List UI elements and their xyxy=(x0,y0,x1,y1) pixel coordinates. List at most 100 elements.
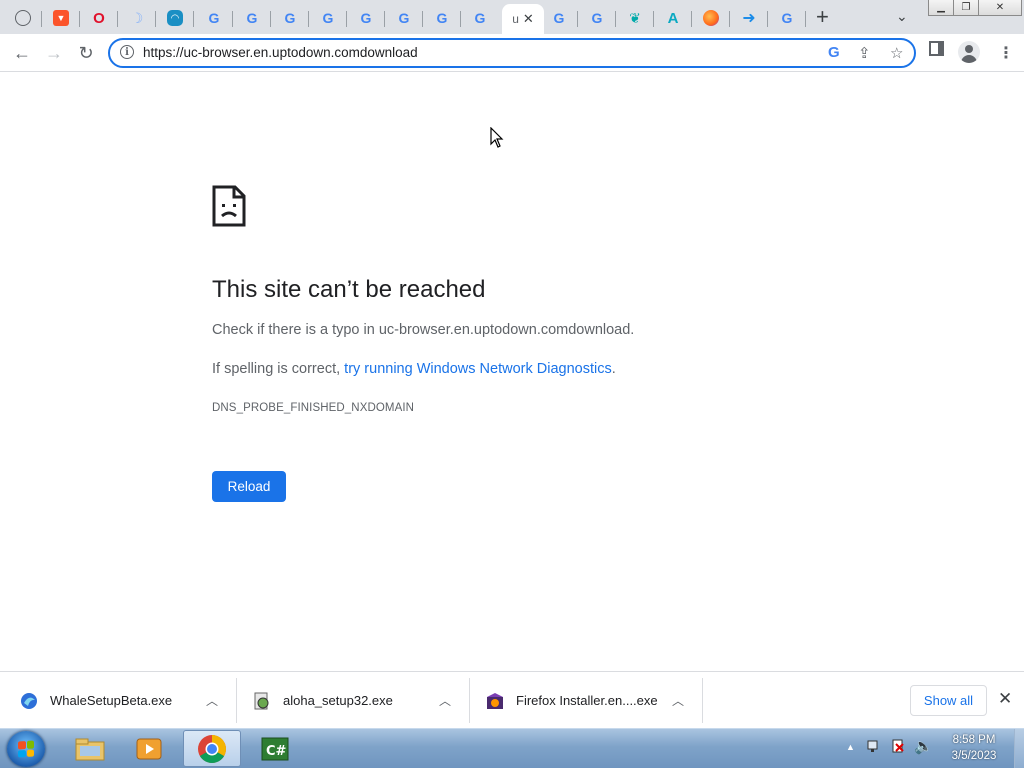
error-typo-hint: Check if there is a typo in uc-browser.e… xyxy=(212,322,635,338)
network-diagnostics-link[interactable]: try running Windows Network Diagnostics xyxy=(344,361,612,377)
media-player-icon xyxy=(136,738,162,759)
new-tab-button[interactable]: + xyxy=(816,6,829,28)
system-clock[interactable]: 8:58 PM 3/5/2023 xyxy=(944,732,1004,764)
refresh-button[interactable]: ↻ xyxy=(74,41,98,65)
reload-button[interactable]: Reload xyxy=(212,471,286,502)
chevron-up-icon[interactable]: ︿ xyxy=(206,692,218,709)
google-icon: G xyxy=(591,10,603,26)
csharp-ide-taskbar-button[interactable]: C# xyxy=(246,730,304,767)
download-filename: WhaleSetupBeta.exe xyxy=(50,693,173,708)
download-filename: Firefox Installer.en....exe xyxy=(516,693,658,708)
tab[interactable]: G xyxy=(461,4,499,32)
tab-active[interactable]: u ✕ xyxy=(502,4,544,34)
csharp-icon: C# xyxy=(261,737,289,760)
clock-time: 8:58 PM xyxy=(952,734,996,746)
menu-kebab-icon[interactable]: ⋮ xyxy=(998,43,1014,63)
chevron-up-icon[interactable]: ︿ xyxy=(672,692,684,709)
media-player-taskbar-button[interactable] xyxy=(120,730,178,767)
google-icon: G xyxy=(208,10,220,26)
google-icon: G xyxy=(284,10,296,26)
sad-page-icon xyxy=(212,185,246,227)
tab[interactable]: G xyxy=(309,4,347,32)
download-item[interactable]: Firefox Installer.en....exe ︿ xyxy=(470,678,703,723)
download-filename: aloha_setup32.exe xyxy=(283,693,393,708)
tab[interactable]: G xyxy=(347,4,385,32)
whale-icon xyxy=(21,692,37,709)
firefox-installer-icon xyxy=(487,692,503,709)
feather-icon: ❦ xyxy=(629,9,641,26)
tab-search-chevron-icon[interactable]: ⌄ xyxy=(896,8,908,25)
tab[interactable]: G xyxy=(768,4,806,32)
globe-icon xyxy=(15,10,31,26)
tab[interactable]: G xyxy=(423,4,461,32)
firefox-icon xyxy=(703,10,719,26)
google-icon: G xyxy=(322,10,334,26)
minimize-button[interactable]: ▁ xyxy=(928,0,954,16)
bookmark-star-icon[interactable]: ☆ xyxy=(890,44,903,62)
chrome-taskbar-button[interactable] xyxy=(183,730,241,767)
tab[interactable]: G xyxy=(385,4,423,32)
folder-icon xyxy=(75,738,105,760)
volume-tray-icon[interactable]: 🔈 xyxy=(914,737,933,755)
side-panel-icon[interactable] xyxy=(929,41,944,56)
tab[interactable]: ☽ xyxy=(118,4,156,32)
tab[interactable]: A xyxy=(654,4,692,32)
show-all-button[interactable]: Show all xyxy=(910,685,987,716)
tab[interactable]: G xyxy=(233,4,271,32)
show-desktop-button[interactable] xyxy=(1014,729,1024,768)
tab[interactable]: G xyxy=(540,4,578,32)
start-button[interactable] xyxy=(7,731,45,767)
url-text[interactable]: https://uc-browser.en.uptodown.comdownlo… xyxy=(143,45,418,60)
installer-icon xyxy=(254,692,269,709)
close-window-button[interactable]: ✕ xyxy=(978,0,1022,16)
google-lens-icon[interactable]: G xyxy=(828,44,840,61)
tab[interactable]: ▼ xyxy=(42,4,80,32)
forward-button[interactable]: → xyxy=(42,41,66,65)
download-item[interactable]: WhaleSetupBeta.exe ︿ xyxy=(0,678,237,723)
error-title: This site can’t be reached xyxy=(212,276,486,303)
explorer-taskbar-button[interactable] xyxy=(61,730,119,767)
ghost-icon: ◠ xyxy=(167,10,183,26)
google-icon: G xyxy=(781,10,793,26)
tab[interactable] xyxy=(4,4,42,32)
diagnostics-suffix: . xyxy=(611,361,616,377)
google-icon: G xyxy=(436,10,448,26)
chevron-up-icon[interactable]: ︿ xyxy=(439,692,451,709)
tab[interactable]: G xyxy=(271,4,309,32)
tray-overflow-icon[interactable]: ▲ xyxy=(846,742,855,752)
tab[interactable]: ❦ xyxy=(616,4,654,32)
action-center-tray-icon[interactable] xyxy=(890,738,906,754)
google-icon: G xyxy=(360,10,372,26)
download-arrow-icon: ➜ xyxy=(742,10,756,27)
opera-icon: O xyxy=(93,9,105,27)
restore-button[interactable]: ❐ xyxy=(953,0,979,16)
tab-title: u xyxy=(512,12,519,26)
close-tab-icon[interactable]: ✕ xyxy=(523,11,534,27)
error-code: DNS_PROBE_FINISHED_NXDOMAIN xyxy=(212,402,415,414)
google-icon: G xyxy=(246,10,258,26)
moon-icon: ☽ xyxy=(130,9,144,26)
download-shelf: WhaleSetupBeta.exe ︿ aloha_setup32.exe ︿… xyxy=(0,671,1024,728)
share-icon[interactable]: ⇪ xyxy=(858,44,871,62)
chrome-icon xyxy=(198,734,226,763)
tab[interactable]: ➜ xyxy=(730,4,768,32)
brave-icon: ▼ xyxy=(53,10,69,26)
back-button[interactable]: ← xyxy=(10,41,34,65)
tab[interactable]: G xyxy=(195,4,233,32)
google-icon: G xyxy=(553,10,565,26)
tab[interactable]: O xyxy=(80,4,118,32)
profile-avatar[interactable] xyxy=(958,41,980,63)
tab[interactable]: G xyxy=(578,4,616,32)
error-diagnostics-hint: If spelling is correct, try running Wind… xyxy=(212,361,616,377)
toolbar: ← → ↻ i https://uc-browser.en.uptodown.c… xyxy=(0,34,1024,72)
tab[interactable]: ◠ xyxy=(156,4,194,32)
clock-date: 3/5/2023 xyxy=(951,750,997,762)
windows-logo-icon xyxy=(18,740,34,758)
close-shelf-icon[interactable]: ✕ xyxy=(998,689,1012,709)
tab[interactable] xyxy=(692,4,730,32)
address-bar[interactable]: i https://uc-browser.en.uptodown.comdown… xyxy=(108,38,916,68)
download-item[interactable]: aloha_setup32.exe ︿ xyxy=(237,678,470,723)
site-info-icon[interactable]: i xyxy=(120,45,134,59)
network-tray-icon[interactable] xyxy=(866,738,882,754)
tab-strip: ▼ O ☽ ◠ G G G G G G G G u ✕ G G ❦ A ➜ G … xyxy=(0,0,1024,34)
